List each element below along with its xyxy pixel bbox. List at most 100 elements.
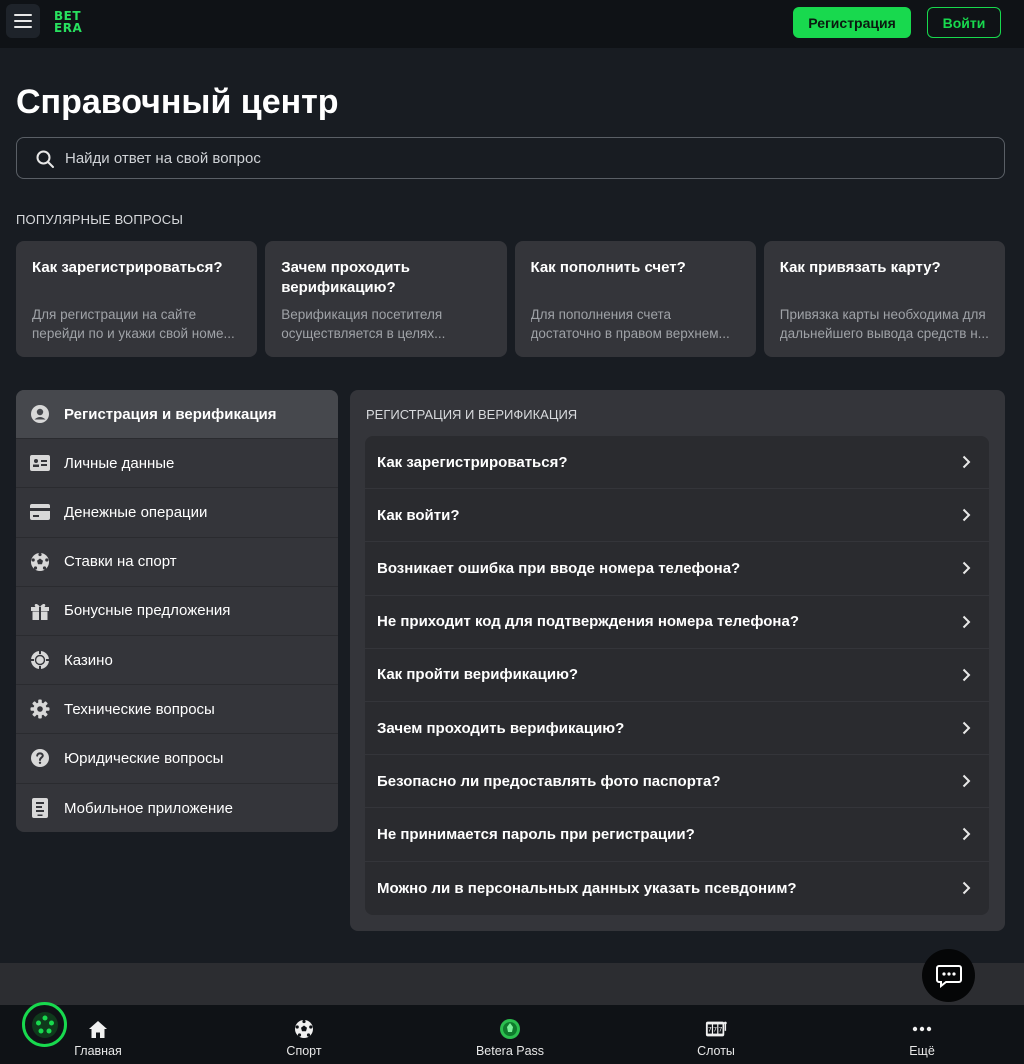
search-icon (36, 150, 54, 168)
questions-panel: РЕГИСТРАЦИЯ И ВЕРИФИКАЦИЯ Как зарегистри… (350, 390, 1005, 931)
gift-icon (30, 601, 50, 621)
nav-slots[interactable]: 777 Слоты (661, 1005, 771, 1064)
svg-text:7: 7 (708, 1026, 712, 1034)
popular-questions-grid: Как зарегистрироваться? Для регистрации … (16, 241, 1005, 357)
user-circle-icon (30, 404, 50, 424)
svg-text:7: 7 (718, 1026, 722, 1034)
id-card-icon (30, 453, 50, 473)
nav-more[interactable]: Ещё (867, 1005, 977, 1064)
excerpt-line: Верификация посетителя (281, 307, 443, 322)
category-registration[interactable]: Регистрация и верификация (16, 390, 338, 440)
category-casino[interactable]: Казино (16, 636, 338, 686)
category-sidebar: Регистрация и верификация Личные данные … (16, 390, 338, 832)
nav-betera-pass[interactable]: Betera Pass (455, 1005, 565, 1064)
top-header: BET ERA Регистрация Войти (0, 0, 1024, 48)
question-text: Безопасно ли предоставлять фото паспорта… (377, 772, 721, 790)
home-icon (87, 1018, 109, 1040)
chevron-right-icon (962, 774, 971, 788)
category-label: Технические вопросы (64, 700, 215, 718)
slots-icon: 777 (705, 1018, 727, 1040)
logo-line-2: ERA (54, 21, 83, 35)
question-item[interactable]: Как зарегистрироваться? (365, 436, 989, 490)
popular-card-title: Как зарегистрироваться? (32, 259, 223, 276)
nav-label: Главная (74, 1044, 122, 1058)
nav-label: Слоты (697, 1044, 735, 1058)
questions-list: Как зарегистрироваться? Как войти? Возни… (365, 436, 989, 915)
footer-strip (0, 963, 1024, 1005)
nav-label: Спорт (286, 1044, 322, 1058)
chat-icon (935, 964, 962, 988)
gear-icon (30, 699, 50, 719)
question-item[interactable]: Возникает ошибка при вводе номера телефо… (365, 542, 989, 596)
question-item[interactable]: Можно ли в персональных данных указать п… (365, 862, 989, 915)
excerpt-line: Для регистрации на сайте (32, 307, 197, 322)
question-item[interactable]: Как войти? (365, 489, 989, 543)
question-item[interactable]: Как пройти верификацию? (365, 649, 989, 702)
nav-label: Betera Pass (475, 1044, 545, 1058)
popular-card-title: Как привязать карту? (779, 259, 941, 276)
casino-chip-icon (30, 650, 50, 670)
popular-card-excerpt: Верификация посетителя осуществляется в … (281, 305, 490, 343)
category-sports-betting[interactable]: Ставки на спорт (16, 538, 338, 587)
question-item[interactable]: Безопасно ли предоставлять фото паспорта… (365, 755, 989, 809)
popular-card-excerpt: Для регистрации на сайте перейди по и ук… (32, 305, 241, 343)
category-legal[interactable]: Юридические вопросы (16, 734, 338, 784)
soccer-ball-icon (293, 1018, 315, 1040)
category-label: Мобильное приложение (64, 799, 233, 817)
popular-card-title: Как пополнить счет? (530, 259, 686, 276)
category-label: Ставки на спорт (64, 553, 177, 571)
category-label: Юридические вопросы (64, 749, 224, 767)
support-chat-button[interactable] (922, 949, 975, 1002)
chevron-right-icon (962, 668, 971, 681)
category-technical[interactable]: Технические вопросы (16, 685, 338, 735)
category-personal-data[interactable]: Личные данные (16, 439, 338, 489)
soccer-ball-icon (30, 552, 50, 572)
category-label: Бонусные предложения (64, 602, 231, 620)
category-label: Казино (64, 651, 113, 669)
question-item[interactable]: Не приходит код для подтверждения номера… (365, 596, 989, 649)
category-mobile-app[interactable]: Мобильное приложение (16, 784, 338, 833)
category-bonuses[interactable]: Бонусные предложения (16, 587, 338, 636)
popular-card[interactable]: Как зарегистрироваться? Для регистрации … (16, 241, 258, 357)
question-text: Как зарегистрироваться? (377, 453, 568, 471)
question-item[interactable]: Не принимается пароль при регистрации? (365, 808, 989, 862)
chevron-right-icon (962, 562, 971, 575)
search-input[interactable] (65, 138, 985, 178)
menu-icon[interactable] (6, 4, 40, 38)
nav-label: Ещё (909, 1044, 935, 1058)
more-dots-icon (911, 1018, 933, 1040)
popular-questions-label: ПОПУЛЯРНЫЕ ВОПРОСЫ (16, 212, 184, 227)
popular-card-excerpt: Для пополнения счета достаточно в правом… (531, 305, 740, 343)
question-text: Можно ли в персональных данных указать п… (377, 879, 797, 897)
excerpt-line: перейди по и укажи свой номе... (32, 326, 235, 341)
question-circle-icon (30, 748, 50, 768)
chevron-right-icon (962, 828, 971, 841)
question-text: Возникает ошибка при вводе номера телефо… (377, 559, 741, 577)
category-money-operations[interactable]: Денежные операции (16, 488, 338, 538)
category-label: Личные данные (64, 454, 175, 472)
question-item[interactable]: Зачем проходить верификацию? (365, 702, 989, 756)
credit-card-icon (30, 502, 50, 522)
nav-sport[interactable]: Спорт (249, 1005, 359, 1064)
excerpt-line: осуществляется в целях... (281, 326, 446, 341)
popular-card-excerpt: Привязка карты необходима для дальнейшег… (780, 305, 989, 343)
login-button[interactable]: Войти (927, 7, 1001, 38)
chevron-right-icon (962, 881, 971, 894)
category-label: Регистрация и верификация (64, 405, 277, 423)
question-text: Не принимается пароль при регистрации? (377, 825, 695, 843)
betera-pass-icon (499, 1018, 521, 1040)
popular-card[interactable]: Как привязать карту? Привязка карты необ… (763, 241, 1005, 357)
chevron-right-icon (962, 721, 971, 735)
popular-card[interactable]: Зачем проходить верификацию? Верификация… (265, 241, 507, 357)
betera-logo[interactable]: BET ERA (54, 10, 90, 36)
popular-card-title: Зачем проходить верификацию? (281, 259, 410, 296)
question-text: Как войти? (377, 506, 460, 524)
question-text: Зачем проходить верификацию? (377, 719, 625, 737)
betera-ball-button[interactable] (22, 1002, 67, 1047)
excerpt-line: достаточно в правом верхнем... (530, 326, 730, 341)
excerpt-line: Привязка карты необходима для (779, 307, 986, 322)
popular-card[interactable]: Как пополнить счет? Для пополнения счета… (514, 241, 756, 357)
excerpt-line: Для пополнения счета (530, 307, 672, 322)
register-button[interactable]: Регистрация (793, 7, 911, 38)
chevron-right-icon (962, 615, 971, 628)
